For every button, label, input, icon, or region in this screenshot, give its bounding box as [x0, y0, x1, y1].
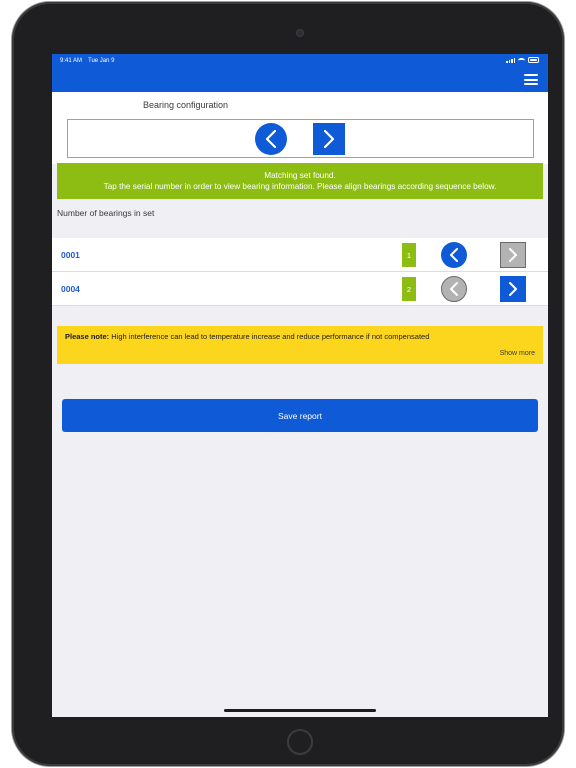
- bearing-move-down-button[interactable]: [500, 242, 526, 268]
- chevron-right-icon: [509, 248, 517, 262]
- home-indicator: [224, 709, 376, 712]
- chevron-left-icon: [265, 129, 277, 149]
- match-banner-title: Matching set found.: [264, 171, 336, 180]
- configuration-title: Bearing configuration: [143, 100, 229, 110]
- bearing-row: 0004 2: [52, 272, 548, 306]
- wifi-icon: [518, 57, 525, 63]
- signal-icon: [506, 57, 515, 63]
- nav-bar: [52, 68, 548, 92]
- bearing-move-up-button[interactable]: [441, 276, 467, 302]
- chevron-left-icon: [450, 282, 458, 296]
- match-banner-instructions: Tap the serial number in order to view b…: [103, 182, 497, 191]
- status-bar: 9:41 AM Tue Jan 9: [52, 54, 548, 68]
- sequence-badge: 1: [402, 243, 416, 267]
- bearings-count-label: Number of bearings in set: [57, 208, 155, 218]
- status-time: 9:41 AM: [60, 58, 83, 64]
- configuration-next-button[interactable]: [313, 123, 345, 155]
- sequence-badge: 2: [402, 277, 416, 301]
- note-banner: Please note: High interference can lead …: [57, 326, 543, 364]
- bearing-move-up-button[interactable]: [441, 242, 467, 268]
- camera-icon: [296, 29, 304, 37]
- chevron-right-icon: [323, 129, 335, 149]
- status-date: Tue Jan 9: [88, 58, 115, 64]
- note-text: Please note: High interference can lead …: [65, 332, 429, 341]
- tablet-frame: 9:41 AM Tue Jan 9 Bearing configuration: [12, 2, 564, 766]
- bearing-serial-link[interactable]: 0004: [61, 284, 80, 294]
- status-indicators: [506, 57, 539, 63]
- note-message: High interference can lead to temperatur…: [109, 332, 430, 341]
- battery-icon: [528, 57, 539, 63]
- bearing-row: 0001 1: [52, 238, 548, 272]
- show-more-link[interactable]: Show more: [500, 350, 535, 357]
- bearing-serial-link[interactable]: 0001: [61, 250, 80, 260]
- hamburger-menu-icon[interactable]: [524, 74, 538, 85]
- app-screen: 9:41 AM Tue Jan 9 Bearing configuration: [52, 54, 548, 717]
- configuration-prev-button[interactable]: [255, 123, 287, 155]
- note-prefix: Please note:: [65, 332, 110, 341]
- configuration-box: [67, 119, 534, 158]
- match-banner: Matching set found. Tap the serial numbe…: [57, 163, 543, 199]
- home-button[interactable]: [287, 729, 313, 755]
- save-report-button[interactable]: Save report: [62, 399, 538, 432]
- chevron-left-icon: [450, 248, 458, 262]
- bearing-move-down-button[interactable]: [500, 276, 526, 302]
- chevron-right-icon: [509, 282, 517, 296]
